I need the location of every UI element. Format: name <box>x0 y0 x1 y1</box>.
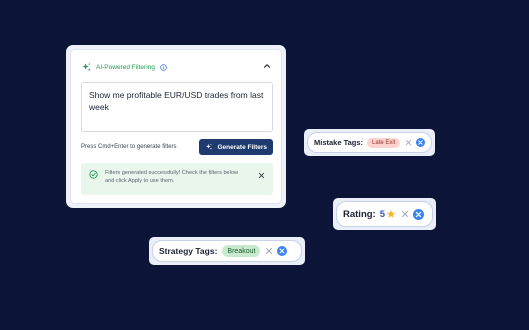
success-alert: Filters generated successfully! Check th… <box>81 163 273 195</box>
strategy-tags-filter: Strategy Tags: Breakout <box>149 237 305 265</box>
mistake-tags-filter: Mistake Tags: Late Exit <box>304 129 435 156</box>
action-row: Press Cmd+Enter to generate filters Gene… <box>81 139 273 155</box>
star-icon <box>386 209 396 218</box>
rating-value: 5 <box>379 208 386 220</box>
sparkle-icon <box>205 143 212 150</box>
clear-filter-icon[interactable] <box>277 246 288 256</box>
rating-filter: Rating: 5 <box>333 198 436 230</box>
close-icon[interactable] <box>258 172 265 179</box>
strategy-tag: Breakout <box>222 245 261 257</box>
clear-filter-icon[interactable] <box>416 138 426 147</box>
remove-icon[interactable] <box>405 139 412 146</box>
rating-chip[interactable]: Rating: 5 <box>336 201 433 227</box>
success-message: Filters generated successfully! Check th… <box>105 170 239 184</box>
info-icon[interactable] <box>160 63 167 71</box>
ai-filtering-card: AI-Powered Filtering Show me profitable … <box>70 49 282 204</box>
remove-icon[interactable] <box>265 247 273 255</box>
strategy-tags-chip[interactable]: Strategy Tags: Breakout <box>152 240 302 262</box>
mistake-tag: Late Exit <box>367 137 401 148</box>
keyboard-hint: Press Cmd+Enter to generate filters <box>81 144 177 150</box>
mistake-tags-label: Mistake Tags: <box>314 138 364 147</box>
rating-label: Rating: <box>343 208 376 220</box>
chevron-up-icon[interactable] <box>263 62 271 70</box>
generate-filters-label: Generate Filters <box>217 143 268 151</box>
sparkle-icon <box>82 62 91 71</box>
generate-filters-button[interactable]: Generate Filters <box>198 139 273 155</box>
remove-icon[interactable] <box>401 210 409 218</box>
check-circle-icon <box>89 170 98 179</box>
clear-filter-icon[interactable] <box>413 208 425 220</box>
strategy-tags-label: Strategy Tags: <box>159 246 218 256</box>
panel-header: AI-Powered Filtering <box>81 60 273 74</box>
ai-filtering-panel: AI-Powered Filtering Show me profitable … <box>66 45 286 208</box>
mistake-tags-chip[interactable]: Mistake Tags: Late Exit <box>307 132 432 153</box>
query-textarea[interactable]: Show me profitable EUR/USD trades from l… <box>81 82 273 132</box>
panel-title: AI-Powered Filtering <box>96 63 155 71</box>
